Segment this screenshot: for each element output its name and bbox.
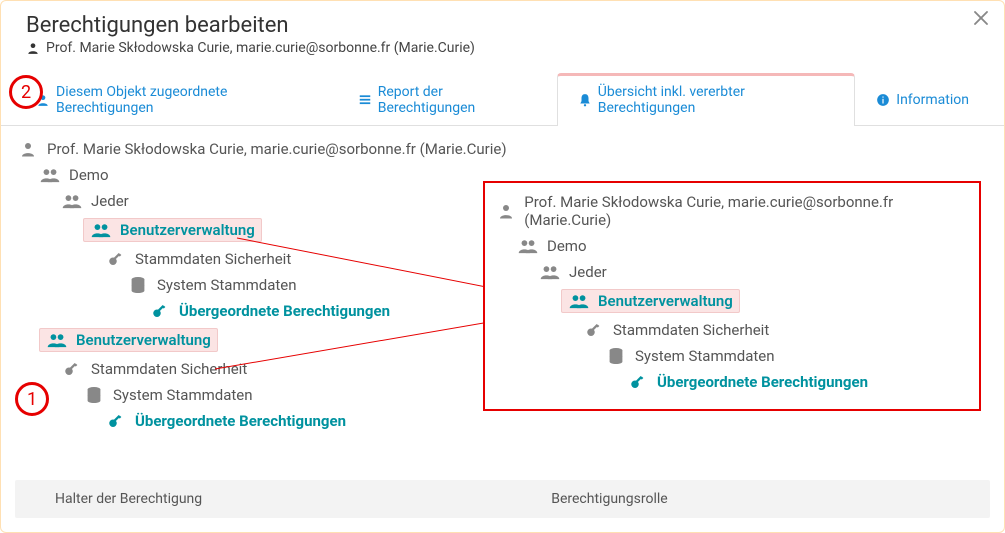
table-header-row: Halter der Berechtigung Berechtigungsrol…: [15, 480, 990, 518]
tree-label: Stammdaten Sicherheit: [613, 321, 769, 339]
tree-label: System Stammdaten: [113, 386, 253, 404]
tree-label: Übergeordnete Berechtigungen: [657, 373, 868, 391]
tree-node-benutzerverwaltung-panel[interactable]: Benutzerverwaltung: [559, 285, 971, 317]
tree-label: Stammdaten Sicherheit: [135, 250, 291, 268]
tree-label: System Stammdaten: [157, 276, 297, 294]
key-icon: [61, 360, 83, 378]
badge-number: 1: [27, 389, 37, 410]
permission-tree-inherited: Prof. Marie Skłodowska Curie, marie.curi…: [493, 189, 971, 395]
users-icon: [46, 332, 68, 348]
users-icon: [90, 222, 112, 238]
tree-label: Prof. Marie Skłodowska Curie, marie.curi…: [47, 140, 507, 158]
permissions-dialog: Berechtigungen bearbeiten Prof. Marie Sk…: [0, 0, 1005, 533]
database-icon: [127, 276, 149, 294]
tree-node-parent-perms[interactable]: Übergeordnete Berechtigungen: [625, 369, 971, 395]
key-icon: [583, 321, 605, 339]
tab-label: Report der Berechtigungen: [378, 84, 536, 116]
info-icon: [876, 93, 890, 107]
dialog-content: Prof. Marie Skłodowska Curie, marie.curi…: [1, 126, 1004, 434]
dialog-header: Berechtigungen bearbeiten Prof. Marie Sk…: [1, 1, 1004, 64]
list-icon: [358, 93, 372, 107]
tree-label: Übergeordnete Berechtigungen: [179, 302, 390, 320]
close-icon: [972, 9, 990, 27]
bell-icon: [578, 93, 592, 107]
callout-badge-2: 2: [9, 75, 43, 109]
tree-node-role[interactable]: Stammdaten Sicherheit: [581, 317, 971, 343]
users-icon: [61, 193, 83, 209]
tree-node-group[interactable]: Jeder: [537, 259, 971, 285]
database-icon: [83, 386, 105, 404]
tree-node-user[interactable]: Prof. Marie Skłodowska Curie, marie.curi…: [493, 189, 971, 233]
tree-label: Prof. Marie Skłodowska Curie, marie.curi…: [524, 193, 969, 229]
column-header-role[interactable]: Berechtigungsrolle: [551, 491, 990, 507]
inherited-panel: Prof. Marie Skłodowska Curie, marie.curi…: [483, 181, 981, 411]
tab-information[interactable]: Information: [855, 73, 990, 126]
users-icon: [539, 264, 561, 280]
tree-label: Jeder: [91, 192, 129, 210]
tree-node-user[interactable]: Prof. Marie Skłodowska Curie, marie.curi…: [15, 136, 990, 162]
tree-label: Benutzerverwaltung: [120, 221, 255, 239]
tree-node-group[interactable]: Demo: [515, 233, 971, 259]
user-icon: [17, 140, 39, 158]
tree-label: Stammdaten Sicherheit: [91, 360, 247, 378]
close-button[interactable]: [972, 9, 990, 27]
tree-label: System Stammdaten: [635, 347, 775, 365]
column-header-holder[interactable]: Halter der Berechtigung: [15, 491, 551, 507]
user-icon: [495, 202, 516, 220]
tree-label: Übergeordnete Berechtigungen: [135, 412, 346, 430]
users-icon: [39, 167, 61, 183]
tree-label: Demo: [69, 166, 109, 184]
badge-number: 2: [21, 82, 31, 103]
callout-badge-1: 1: [15, 382, 49, 416]
tab-label: Übersicht inkl. vererbter Berechtigungen: [598, 84, 835, 116]
key-icon: [149, 302, 171, 320]
dialog-title: Berechtigungen bearbeiten: [26, 13, 984, 38]
tree-label: Jeder: [569, 263, 607, 281]
tab-assigned-permissions[interactable]: Diesem Objekt zugeordnete Berechtigungen: [15, 73, 337, 126]
database-icon: [605, 347, 627, 365]
key-icon: [105, 412, 127, 430]
tree-label: Benutzerverwaltung: [598, 292, 733, 310]
users-icon: [517, 238, 539, 254]
tree-node-db[interactable]: System Stammdaten: [603, 343, 971, 369]
user-icon: [26, 41, 40, 55]
tab-label: Information: [896, 92, 969, 108]
key-icon: [627, 373, 649, 391]
tab-overview-inherited[interactable]: Übersicht inkl. vererbter Berechtigungen: [557, 73, 856, 126]
tab-bar: Diesem Objekt zugeordnete Berechtigungen…: [1, 72, 1004, 126]
tree-label: Benutzerverwaltung: [76, 331, 211, 349]
tree-node-parent-perms[interactable]: Übergeordnete Berechtigungen: [103, 408, 990, 434]
dialog-subtitle-text: Prof. Marie Skłodowska Curie, marie.curi…: [46, 40, 475, 56]
tab-report[interactable]: Report der Berechtigungen: [337, 73, 557, 126]
key-icon: [105, 250, 127, 268]
tab-label: Diesem Objekt zugeordnete Berechtigungen: [56, 84, 316, 116]
dialog-subtitle: Prof. Marie Skłodowska Curie, marie.curi…: [26, 40, 984, 56]
tree-label: Demo: [547, 237, 587, 255]
users-icon: [568, 293, 590, 309]
